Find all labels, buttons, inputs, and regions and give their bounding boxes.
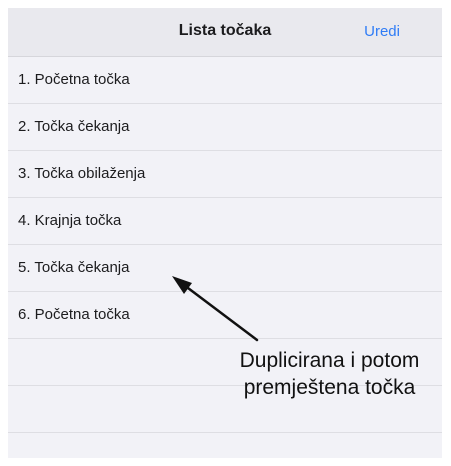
list-item[interactable]: 1. Početna točka [8,57,442,104]
list-item[interactable]: 5. Točka čekanja [8,245,442,292]
list-item-label: 1. Početna točka [18,71,130,88]
navigation-bar: Lista točaka Uredi [8,8,442,57]
list-item-label: 4. Krajnja točka [18,212,122,229]
list-item[interactable]: 3. Točka obilaženja [8,151,442,198]
annotation-line-1: Duplicirana i potom [239,349,420,372]
list-item-label: 5. Točka čekanja [18,259,130,276]
list-item[interactable]: 6. Početna točka [8,292,442,339]
annotation-label: Duplicirana i potom premještena točka [222,347,437,401]
list-item-label: 6. Početna točka [18,306,130,323]
list-item[interactable]: 4. Krajnja točka [8,198,442,245]
annotation-line-2: premještena točka [243,376,416,399]
list-item[interactable]: 2. Točka čekanja [8,104,442,151]
list-item-label: 3. Točka obilaženja [18,165,146,182]
list-item-label: 2. Točka čekanja [18,118,130,135]
point-list-screen: Lista točaka Uredi 1. Početna točka 2. T… [8,8,442,458]
edit-button[interactable]: Uredi [364,23,400,40]
